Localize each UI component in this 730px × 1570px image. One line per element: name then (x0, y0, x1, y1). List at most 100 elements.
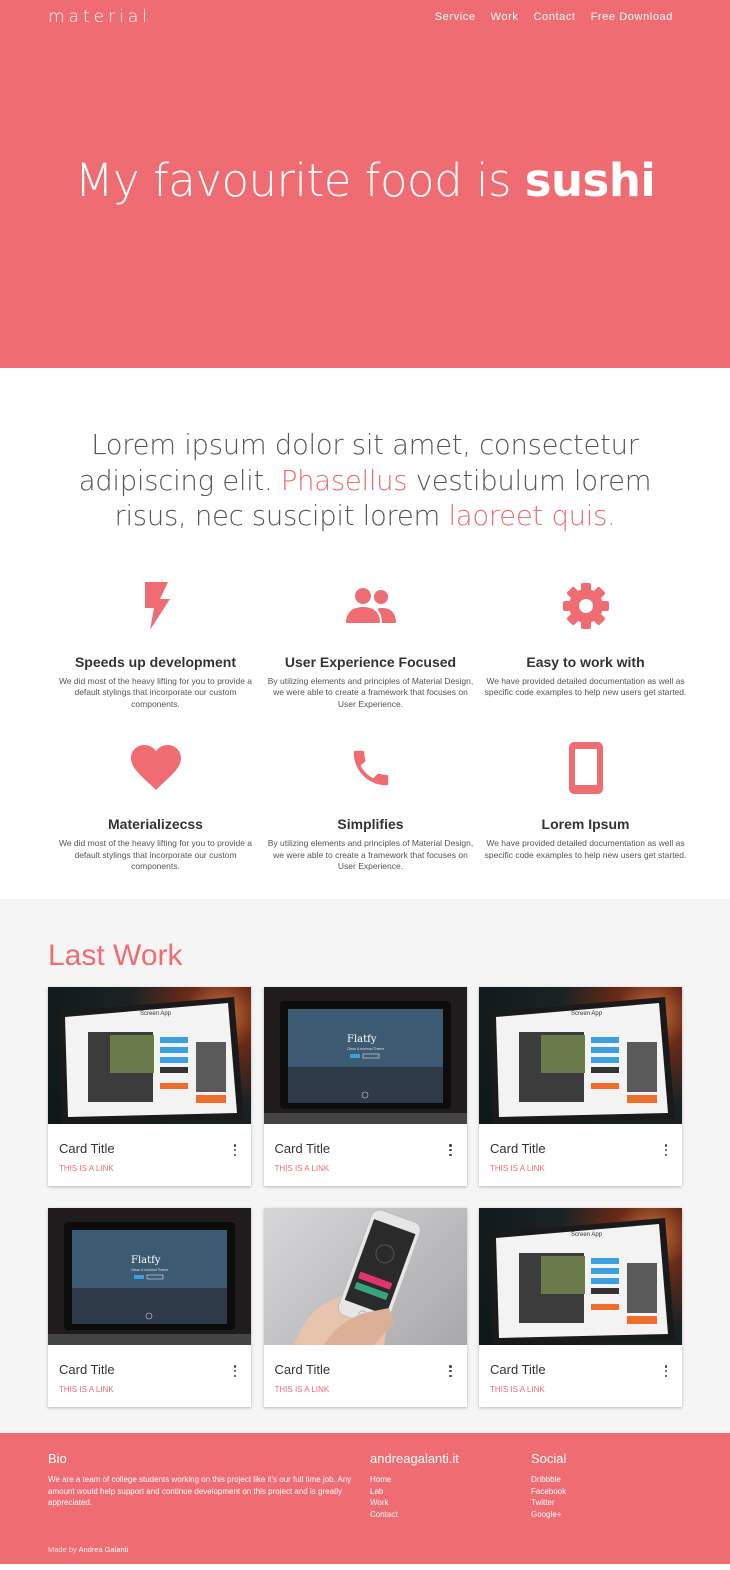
laptop-illustration: Flatfy Clean & minimal Theme (263, 987, 467, 1125)
made-by-prefix: Made by (48, 1545, 79, 1555)
gear-icon (478, 580, 693, 632)
cards-grid: Screen App Card Title THIS IS A LINK Fla… (48, 987, 682, 1408)
card-content: Card Title THIS IS A LINK (479, 1345, 682, 1397)
footer-link-twitter[interactable]: Twitter (531, 1497, 566, 1509)
logo[interactable]: material (48, 7, 151, 27)
card-image-laptop-flatfy[interactable]: Flatfy Clean & minimal Theme (263, 987, 467, 1125)
footer-site-title: andreagalanti.it (370, 1451, 459, 1467)
card-content: Card Title THIS IS A LINK (264, 1124, 467, 1176)
card-content: Card Title THIS IS A LINK (264, 1345, 467, 1397)
card-image-laptop-screen-app[interactable]: Screen App (479, 987, 682, 1125)
section-title: Last Work (48, 939, 183, 973)
card-link[interactable]: THIS IS A LINK (275, 1164, 330, 1173)
feature-title: Easy to work with (526, 653, 645, 670)
feature-description: We have provided detailed documentation … (484, 838, 687, 860)
more-vert-icon[interactable] (447, 1144, 455, 1157)
footer-social: Social Dribbble Facebook Twitter Google+ (531, 1451, 566, 1520)
phone-icon (263, 742, 478, 794)
screen-title: Screen App (571, 1232, 603, 1238)
footer-site-links: Home Lab Work Contact (370, 1474, 531, 1520)
card-title: Card Title (59, 1141, 115, 1157)
card-image-phone-in-hand[interactable] (263, 1208, 467, 1346)
intro-text: Lorem ipsum dolor sit amet, consectetur … (40, 428, 690, 535)
footer-bio: Bio We are a team of college students wo… (48, 1451, 370, 1520)
more-vert-icon[interactable] (662, 1365, 670, 1378)
card-content: Card Title THIS IS A LINK (48, 1124, 251, 1176)
more-vert-icon[interactable] (662, 1144, 670, 1157)
screen-subtitle: Clean & minimal Theme (347, 1047, 384, 1051)
footer-link-home[interactable]: Home (370, 1474, 531, 1486)
hero-section: material Service Work Contact Free Downl… (0, 0, 730, 368)
footer-link-lab[interactable]: Lab (370, 1486, 531, 1498)
hero-title-light: My favourite food is (74, 154, 525, 207)
flash-icon (48, 580, 263, 632)
footer: Bio We are a team of college students wo… (0, 1433, 730, 1565)
card-image-laptop-screen-app[interactable]: Screen App (48, 987, 251, 1125)
tablet-icon (478, 742, 693, 795)
laptop-illustration: Screen App (489, 997, 675, 1125)
footer-link-dribbble[interactable]: Dribbble (531, 1474, 566, 1486)
feature-title: Lorem Ipsum (541, 816, 630, 833)
card-title: Card Title (490, 1141, 546, 1157)
made-by-author-link[interactable]: Andrea Galanti (78, 1545, 128, 1554)
features-grid: Speeds up development We did most of the… (0, 535, 730, 874)
feature-description: By utilizing elements and principles of … (267, 838, 474, 872)
card-link[interactable]: THIS IS A LINK (59, 1385, 114, 1394)
footer-bio-text: We are a team of college students workin… (48, 1475, 352, 1508)
feature-title: User Experience Focused (284, 653, 457, 670)
hero-title: My favourite food is sushi (0, 154, 730, 207)
made-by: Made by Andrea Galanti (48, 1545, 128, 1554)
feature-item: Materializecss We did most of the heavy … (48, 742, 263, 873)
intro-highlight-1: Phasellus (280, 464, 408, 497)
feature-title: Simplifies (337, 816, 404, 833)
laptop-illustration: Screen App (489, 1218, 675, 1346)
footer-social-title: Social (531, 1451, 567, 1467)
more-vert-icon[interactable] (447, 1365, 455, 1378)
feature-item: Speeds up development We did most of the… (48, 580, 263, 711)
work-card[interactable]: Flatfy Clean & minimal Theme Card Title … (263, 987, 467, 1187)
card-image-laptop-flatfy[interactable]: Flatfy Clean & minimal Theme (48, 1208, 251, 1346)
nav-menu: Service Work Contact Free Download (420, 11, 673, 23)
laptop-illustration: Screen App (58, 997, 244, 1125)
more-vert-icon[interactable] (231, 1144, 239, 1157)
feature-description: By utilizing elements and principles of … (267, 675, 474, 709)
card-title: Card Title (274, 1141, 331, 1157)
card-link[interactable]: THIS IS A LINK (490, 1164, 545, 1173)
footer-link-google-plus[interactable]: Google+ (531, 1509, 566, 1521)
card-title: Card Title (274, 1362, 331, 1378)
screen-title: Screen App (140, 1011, 172, 1017)
feature-description: We did most of the heavy lifting for you… (58, 675, 253, 709)
feature-title: Speeds up development (74, 653, 237, 670)
work-card[interactable]: Card Title THIS IS A LINK (263, 1208, 467, 1408)
card-link[interactable]: THIS IS A LINK (59, 1164, 114, 1173)
footer-link-facebook[interactable]: Facebook (531, 1486, 566, 1498)
card-content: Card Title THIS IS A LINK (479, 1124, 682, 1176)
footer-link-contact[interactable]: Contact (370, 1509, 531, 1521)
nav-item-service[interactable]: Service (435, 11, 476, 23)
nav-item-work[interactable]: Work (491, 11, 519, 23)
nav-item-free-download[interactable]: Free Download (591, 11, 673, 23)
work-card[interactable]: Screen App Card Title THIS IS A LINK (48, 987, 251, 1187)
screen-title: Screen App (571, 1011, 603, 1017)
feature-description: We did most of the heavy lifting for you… (58, 838, 253, 872)
card-title: Card Title (490, 1362, 546, 1378)
footer-columns: Bio We are a team of college students wo… (48, 1451, 682, 1520)
more-vert-icon[interactable] (231, 1365, 239, 1378)
work-card[interactable]: Flatfy Clean & minimal Theme Card Title … (48, 1208, 251, 1408)
top-nav: material Service Work Contact Free Downl… (0, 0, 730, 34)
footer-link-work[interactable]: Work (370, 1497, 531, 1509)
feature-item: Lorem Ipsum We have provided detailed do… (478, 742, 693, 873)
work-card[interactable]: Screen App Card Title THIS IS A LINK (479, 1208, 682, 1408)
card-link[interactable]: THIS IS A LINK (490, 1385, 545, 1394)
footer-social-links: Dribbble Facebook Twitter Google+ (531, 1474, 566, 1520)
work-card[interactable]: Screen App Card Title THIS IS A LINK (479, 987, 682, 1187)
hero-title-bold: sushi (524, 154, 656, 207)
feature-item: Simplifies By utilizing elements and pri… (263, 742, 478, 873)
laptop-illustration: Flatfy Clean & minimal Theme (48, 1208, 251, 1346)
screen-subtitle: Clean & minimal Theme (131, 1268, 168, 1272)
card-link[interactable]: THIS IS A LINK (275, 1385, 330, 1394)
card-image-laptop-screen-app[interactable]: Screen App (479, 1208, 682, 1346)
nav-item-contact[interactable]: Contact (533, 11, 575, 23)
group-icon (263, 580, 478, 632)
feature-item: User Experience Focused By utilizing ele… (263, 580, 478, 711)
